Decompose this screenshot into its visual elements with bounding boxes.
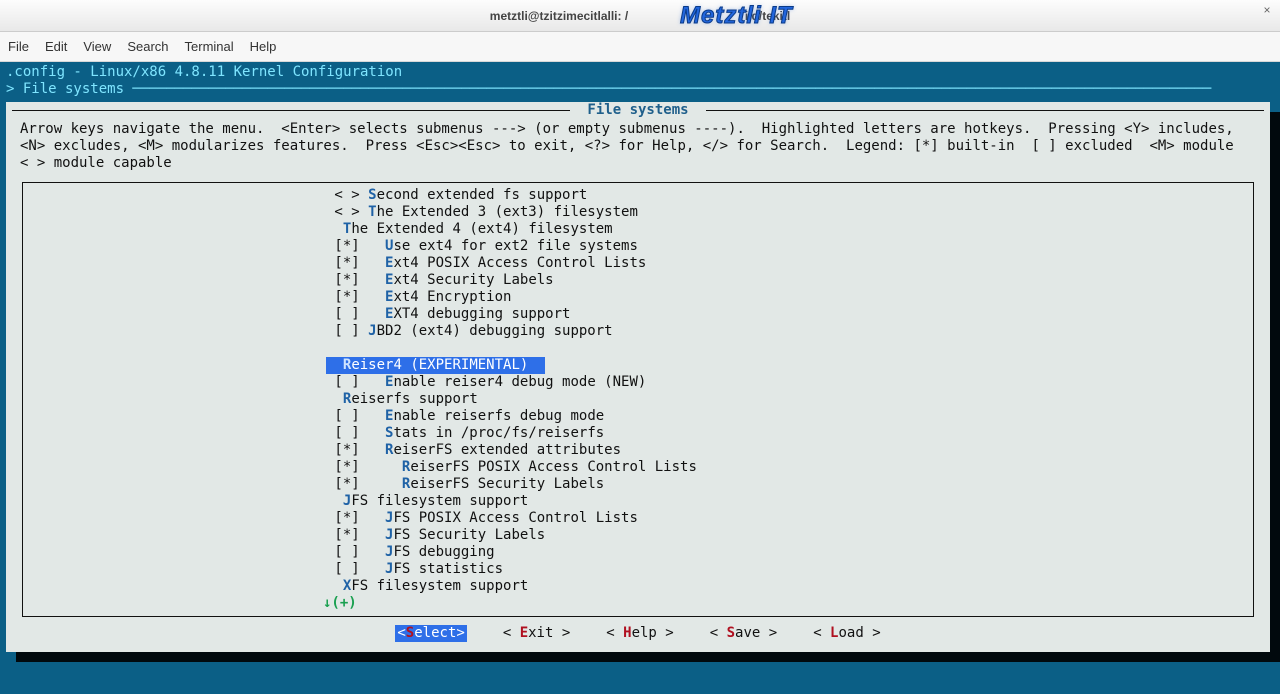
option-item[interactable]: [ ] JFS statistics (23, 561, 1253, 578)
option-item[interactable]: [ ] Enable reiser4 debug mode (NEW) (23, 374, 1253, 391)
terminal[interactable]: .config - Linux/x86 4.8.11 Kernel Config… (0, 62, 1280, 694)
option-item[interactable]: < > Second extended fs support (23, 187, 1253, 204)
option-item[interactable]: [*] ReiserFS Security Labels (23, 476, 1253, 493)
button-elp[interactable]: < Help > (606, 625, 673, 642)
option-item[interactable]: JFS filesystem support (23, 493, 1253, 510)
menubar: File Edit View Search Terminal Help (0, 32, 1280, 62)
option-selected[interactable]: Reiser4 (EXPERIMENTAL) (326, 357, 544, 374)
option-item[interactable]: [ ] Stats in /proc/fs/reiserfs (23, 425, 1253, 442)
more-below-indicator: ↓(+) (23, 595, 1253, 612)
menu-file[interactable]: File (8, 39, 29, 54)
option-item[interactable]: [*] JFS Security Labels (23, 527, 1253, 544)
option-item[interactable]: [ ] JFS debugging (23, 544, 1253, 561)
titlebar: metztli@tzitzimecitlalli: / ild/tekitl M… (0, 0, 1280, 32)
config-title: .config - Linux/x86 4.8.11 Kernel Config… (2, 64, 1278, 81)
option-item[interactable]: [*] ReiserFS extended attributes (23, 442, 1253, 459)
button-elect[interactable]: <Select> (395, 625, 466, 642)
close-icon[interactable]: × (1260, 4, 1274, 18)
option-item[interactable]: [*] Ext4 Security Labels (23, 272, 1253, 289)
option-item[interactable]: [ ] EXT4 debugging support (23, 306, 1253, 323)
menu-edit[interactable]: Edit (45, 39, 67, 54)
option-row[interactable]: Reiser4 (EXPERIMENTAL) (23, 357, 1253, 374)
option-list[interactable]: < > Second extended fs support < > The E… (22, 182, 1254, 617)
instructions: Arrow keys navigate the menu. <Enter> se… (6, 119, 1270, 178)
option-item[interactable]: < > The Extended 3 (ext3) filesystem (23, 204, 1253, 221)
option-item[interactable]: Reiserfs support (23, 391, 1253, 408)
menu-search[interactable]: Search (127, 39, 168, 54)
window-title: metztli@tzitzimecitlalli: / ild/tekitl (0, 9, 1280, 23)
option-item[interactable]: The Extended 4 (ext4) filesystem (23, 221, 1253, 238)
button-ave[interactable]: < Save > (710, 625, 777, 642)
option-item[interactable]: [ ] Enable reiserfs debug mode (23, 408, 1253, 425)
button-row: <Select> < Exit > < Help > < Save > < Load > (6, 617, 1270, 648)
menu-view[interactable]: View (83, 39, 111, 54)
option-item[interactable]: [*] ReiserFS POSIX Access Control Lists (23, 459, 1253, 476)
menu-terminal[interactable]: Terminal (185, 39, 234, 54)
panel-title: File systems (6, 102, 1270, 119)
option-item[interactable]: [*] JFS POSIX Access Control Lists (23, 510, 1253, 527)
option-item[interactable]: [*] Use ext4 for ext2 file systems (23, 238, 1253, 255)
watermark-logo: Metztli IT (680, 2, 793, 30)
button-xit[interactable]: < Exit > (503, 625, 570, 642)
option-item[interactable]: XFS filesystem support (23, 578, 1253, 595)
breadcrumb: > File systems ─────────────────────────… (2, 81, 1278, 98)
option-item[interactable]: [*] Ext4 POSIX Access Control Lists (23, 255, 1253, 272)
button-oad[interactable]: < Load > (813, 625, 880, 642)
menuconfig-window: File systems Arrow keys navigate the men… (6, 102, 1270, 652)
option-item[interactable]: [*] Ext4 Encryption (23, 289, 1253, 306)
option-item[interactable]: [ ] JBD2 (ext4) debugging support (23, 323, 1253, 340)
menu-help[interactable]: Help (250, 39, 277, 54)
